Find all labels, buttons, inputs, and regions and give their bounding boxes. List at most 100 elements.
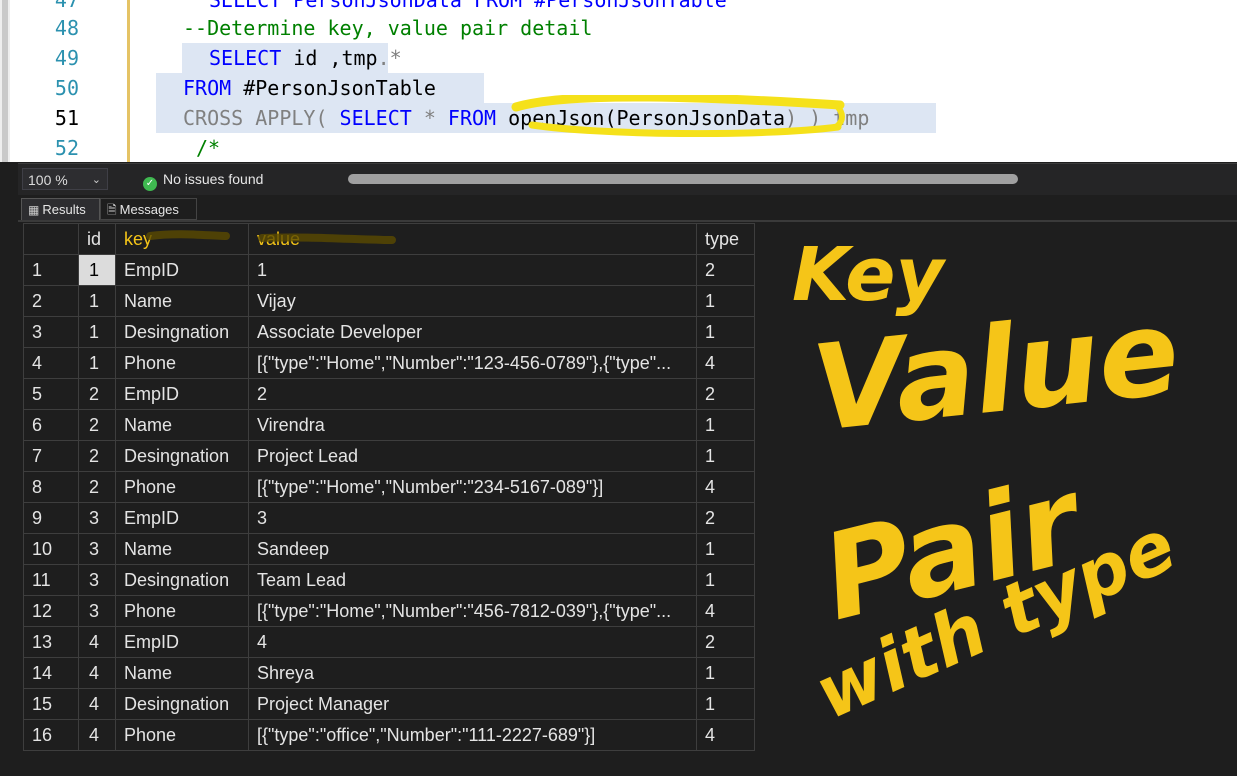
cell-key[interactable]: EmpID xyxy=(115,626,249,658)
cell-id[interactable]: 2 xyxy=(78,378,116,410)
table-row[interactable]: 12 3 Phone [{"type":"Home","Number":"456-78… xyxy=(23,595,755,627)
table-row[interactable]: 14 4 Name Shreya 1 xyxy=(23,657,755,689)
row-number[interactable]: 3 xyxy=(23,316,79,348)
row-number[interactable]: 1 xyxy=(23,254,79,286)
cell-value[interactable]: Team Lead xyxy=(248,564,697,596)
cell-value[interactable]: [{"type":"office","Number":"111-2227-689… xyxy=(248,719,697,751)
cell-id[interactable]: 4 xyxy=(78,626,116,658)
code-line-50[interactable]: FROM #PersonJsonTable xyxy=(183,73,436,103)
cell-type[interactable]: 1 xyxy=(696,657,755,689)
cell-type[interactable]: 1 xyxy=(696,440,755,472)
cell-value[interactable]: Sandeep xyxy=(248,533,697,565)
row-number[interactable]: 7 xyxy=(23,440,79,472)
cell-id[interactable]: 3 xyxy=(78,533,116,565)
cell-value[interactable]: Project Manager xyxy=(248,688,697,720)
cell-type[interactable]: 1 xyxy=(696,533,755,565)
row-number[interactable]: 13 xyxy=(23,626,79,658)
cell-id[interactable]: 3 xyxy=(78,564,116,596)
cell-id[interactable]: 4 xyxy=(78,657,116,689)
cell-id[interactable]: 2 xyxy=(78,471,116,503)
cell-key[interactable]: Desingnation xyxy=(115,564,249,596)
cell-id[interactable]: 4 xyxy=(78,719,116,751)
column-header-id[interactable]: id xyxy=(78,223,116,255)
cell-type[interactable]: 1 xyxy=(696,564,755,596)
table-row[interactable]: 9 3 EmpID 3 2 xyxy=(23,502,755,534)
code-line-52[interactable]: /* xyxy=(196,133,220,162)
column-header-value[interactable]: value xyxy=(248,223,697,255)
table-row[interactable]: 3 1 Desingnation Associate Developer 1 xyxy=(23,316,755,348)
row-number-header[interactable] xyxy=(23,223,79,255)
cell-value[interactable]: Virendra xyxy=(248,409,697,441)
cell-key[interactable]: EmpID xyxy=(115,502,249,534)
cell-value[interactable]: 2 xyxy=(248,378,697,410)
sql-editor[interactable]: 47 48 49 50 51 52 SELECT PersonJsonData … xyxy=(0,0,1237,162)
issues-indicator[interactable]: ✓ No issues found xyxy=(143,169,263,191)
table-row[interactable]: 13 4 EmpID 4 2 xyxy=(23,626,755,658)
cell-id[interactable]: 4 xyxy=(78,688,116,720)
cell-key[interactable]: Name xyxy=(115,409,249,441)
horizontal-scrollbar[interactable] xyxy=(348,174,1018,184)
cell-type[interactable]: 2 xyxy=(696,502,755,534)
cell-value[interactable]: Associate Developer xyxy=(248,316,697,348)
row-number[interactable]: 10 xyxy=(23,533,79,565)
cell-value[interactable]: [{"type":"Home","Number":"456-7812-039"}… xyxy=(248,595,697,627)
cell-id[interactable]: 1 xyxy=(78,254,116,286)
cell-key[interactable]: Desingnation xyxy=(115,440,249,472)
cell-value[interactable]: [{"type":"Home","Number":"234-5167-089"}… xyxy=(248,471,697,503)
cell-key[interactable]: Desingnation xyxy=(115,688,249,720)
column-header-key[interactable]: key xyxy=(115,223,249,255)
cell-id[interactable]: 2 xyxy=(78,409,116,441)
row-number[interactable]: 14 xyxy=(23,657,79,689)
cell-id[interactable]: 2 xyxy=(78,440,116,472)
row-number[interactable]: 8 xyxy=(23,471,79,503)
cell-id[interactable]: 3 xyxy=(78,595,116,627)
cell-type[interactable]: 2 xyxy=(696,378,755,410)
cell-value[interactable]: 4 xyxy=(248,626,697,658)
cell-id[interactable]: 1 xyxy=(78,316,116,348)
cell-type[interactable]: 1 xyxy=(696,688,755,720)
code-line-48[interactable]: --Determine key, value pair detail xyxy=(183,13,592,43)
cell-key[interactable]: Name xyxy=(115,285,249,317)
table-row[interactable]: 8 2 Phone [{"type":"Home","Number":"234-516… xyxy=(23,471,755,503)
cell-type[interactable]: 1 xyxy=(696,316,755,348)
cell-type[interactable]: 4 xyxy=(696,719,755,751)
cell-key[interactable]: Desingnation xyxy=(115,316,249,348)
cell-type[interactable]: 2 xyxy=(696,254,755,286)
cell-key[interactable]: EmpID xyxy=(115,254,249,286)
row-number[interactable]: 16 xyxy=(23,719,79,751)
cell-key[interactable]: Name xyxy=(115,657,249,689)
cell-key[interactable]: Phone xyxy=(115,595,249,627)
cell-value[interactable]: [{"type":"Home","Number":"123-456-0789"}… xyxy=(248,347,697,379)
cell-type[interactable]: 1 xyxy=(696,285,755,317)
row-number[interactable]: 4 xyxy=(23,347,79,379)
table-row[interactable]: 4 1 Phone [{"type":"Home","Number":"123-456… xyxy=(23,347,755,379)
row-number[interactable]: 15 xyxy=(23,688,79,720)
cell-key[interactable]: Name xyxy=(115,533,249,565)
cell-key[interactable]: EmpID xyxy=(115,378,249,410)
table-row[interactable]: 11 3 Desingnation Team Lead 1 xyxy=(23,564,755,596)
table-row[interactable]: 7 2 Desingnation Project Lead 1 xyxy=(23,440,755,472)
tab-messages[interactable]: 🗎 Messages xyxy=(100,198,197,220)
row-number[interactable]: 11 xyxy=(23,564,79,596)
cell-key[interactable]: Phone xyxy=(115,719,249,751)
cell-value[interactable]: Project Lead xyxy=(248,440,697,472)
row-number[interactable]: 6 xyxy=(23,409,79,441)
cell-key[interactable]: Phone xyxy=(115,347,249,379)
row-number[interactable]: 9 xyxy=(23,502,79,534)
table-row[interactable]: 5 2 EmpID 2 2 xyxy=(23,378,755,410)
cell-type[interactable]: 1 xyxy=(696,409,755,441)
row-number[interactable]: 12 xyxy=(23,595,79,627)
cell-key[interactable]: Phone xyxy=(115,471,249,503)
cell-value[interactable]: Vijay xyxy=(248,285,697,317)
table-row[interactable]: 1 1 EmpID 1 2 xyxy=(23,254,755,286)
cell-id[interactable]: 1 xyxy=(78,347,116,379)
row-number[interactable]: 2 xyxy=(23,285,79,317)
cell-type[interactable]: 4 xyxy=(696,471,755,503)
cell-value[interactable]: 3 xyxy=(248,502,697,534)
tab-results[interactable]: ▦ Results xyxy=(21,198,100,220)
cell-id[interactable]: 3 xyxy=(78,502,116,534)
zoom-dropdown[interactable]: 100 % ⌄ xyxy=(22,168,108,190)
table-row[interactable]: 6 2 Name Virendra 1 xyxy=(23,409,755,441)
cell-value[interactable]: 1 xyxy=(248,254,697,286)
row-number[interactable]: 5 xyxy=(23,378,79,410)
